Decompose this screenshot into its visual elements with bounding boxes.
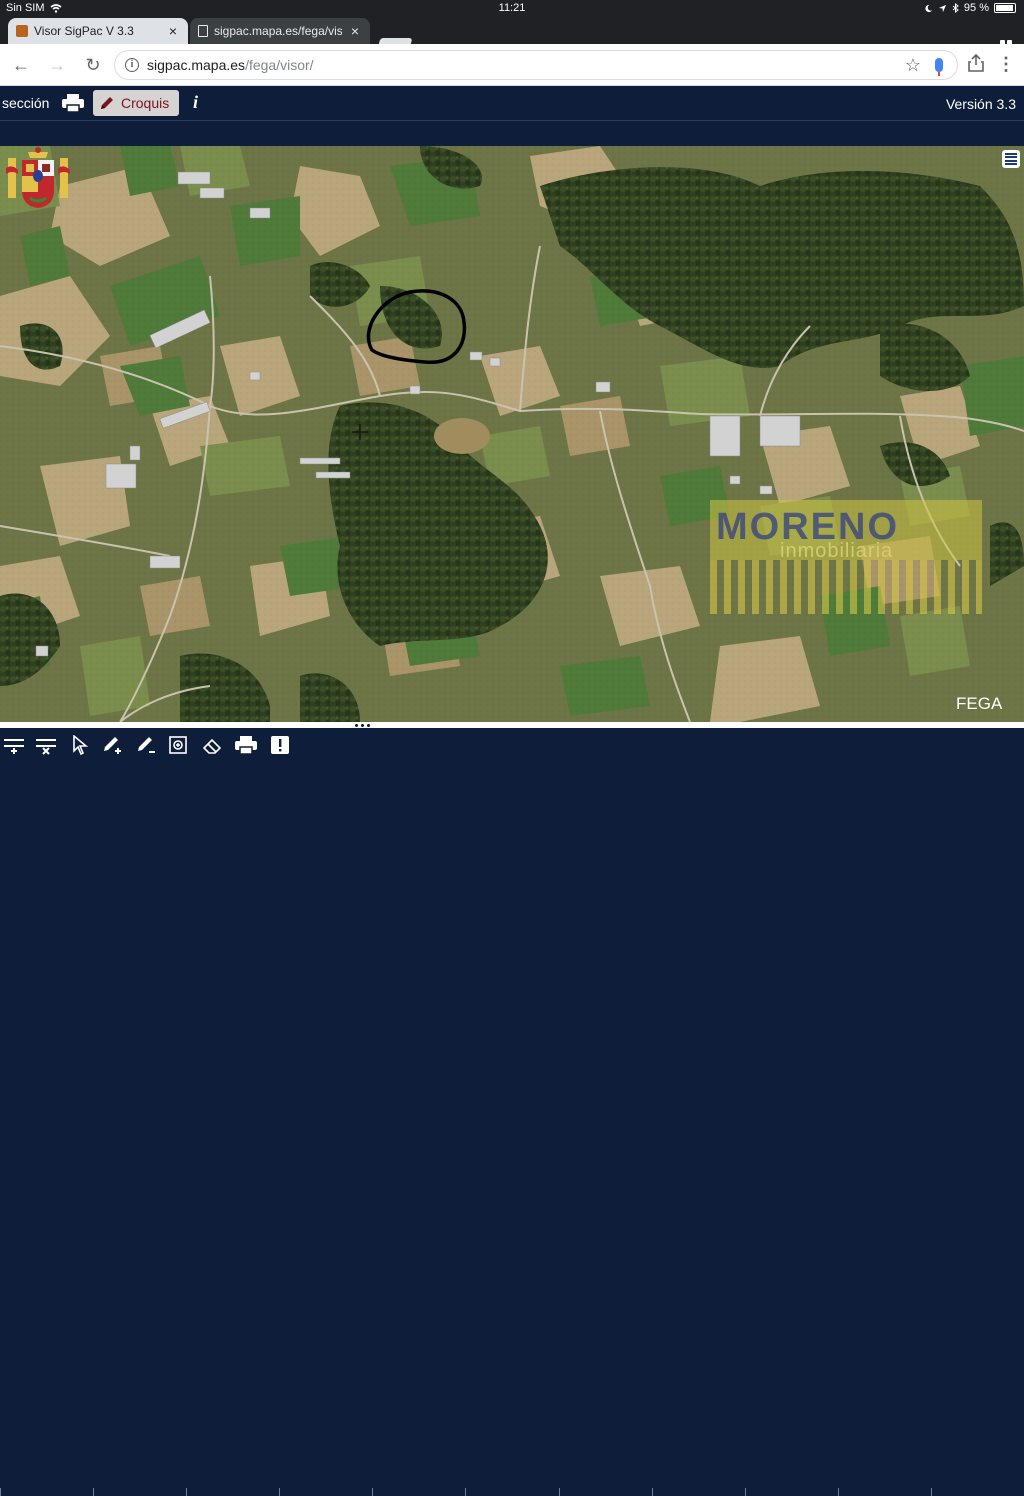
croquis-button[interactable]: Croquis [93,90,179,116]
app-header: sección Croquis i Versión 3.3 [0,86,1024,120]
app-subheader [0,120,1024,146]
draw-remove-icon[interactable] [134,734,158,756]
drawing-toolbar [0,728,1024,1496]
status-time: 11:21 [498,2,526,14]
microphone-icon[interactable] [935,58,943,76]
address-bar[interactable]: i sigpac.mapa.es /fega/visor/ ☆ [114,50,958,80]
toolbar-segments [0,1488,1024,1496]
more-menu-icon[interactable]: ⋮ [996,54,1016,76]
forward-arrow-icon[interactable]: → [46,54,68,76]
aerial-map[interactable]: MORENO inmobiliaria FEGA [0,146,1024,722]
bluetooth-icon [952,3,959,13]
eraser-icon[interactable] [200,734,224,756]
draw-add-icon[interactable] [100,734,124,756]
layers-menu-icon[interactable] [1002,150,1020,168]
url-path: /fega/visor/ [245,57,314,73]
fega-label: FEGA [956,694,1003,713]
url-host: sigpac.mapa.es [147,57,246,73]
tab-title: sigpac.mapa.es/fega/visor/ [214,24,342,38]
share-icon[interactable] [966,53,986,76]
sigpac-favicon-icon [16,25,28,37]
print-icon[interactable] [62,94,84,117]
tab-visor-sigpac[interactable]: Visor SigPac V 3.3 × [8,18,188,44]
battery-percent: 95 % [963,2,989,14]
close-tab-icon[interactable]: × [166,23,180,39]
version-label: Versión 3.3 [945,96,1016,112]
status-right: 95 % [924,2,1016,14]
tab-title: Visor SigPac V 3.3 [34,24,134,38]
delete-row-icon[interactable] [34,734,58,756]
add-row-icon[interactable] [2,734,26,756]
document-icon [198,25,208,37]
pencil-icon [101,97,113,109]
site-info-icon[interactable]: i [125,58,139,72]
zoom-box-icon[interactable] [167,734,191,756]
seccion-menu[interactable]: sección [2,95,49,111]
moon-icon [925,4,933,12]
bookmark-star-icon[interactable]: ☆ [905,55,921,76]
reload-icon[interactable]: ↻ [82,54,104,76]
browser-toolbar: ← → ↻ i sigpac.mapa.es /fega/visor/ ☆ ⋮ [0,44,1024,86]
status-bar: Sin SIM 11:21 95 % [0,0,1024,16]
battery-fill [996,5,1013,11]
location-arrow-icon [938,4,947,12]
info-icon[interactable]: i [193,92,198,113]
close-tab-icon[interactable]: × [348,23,362,39]
select-pointer-icon[interactable] [68,734,92,756]
battery-icon [994,3,1016,13]
spanish-crest-icon [6,147,70,208]
print-icon[interactable] [234,734,258,756]
browser-tab-strip: Visor SigPac V 3.3 × sigpac.mapa.es/fega… [0,16,1024,56]
alert-icon[interactable] [268,734,292,756]
tab-sigpac-url[interactable]: sigpac.mapa.es/fega/visor/ × [190,18,370,44]
orthophoto [0,146,1024,722]
croquis-label: Croquis [121,95,170,111]
back-arrow-icon[interactable]: ← [10,54,32,76]
